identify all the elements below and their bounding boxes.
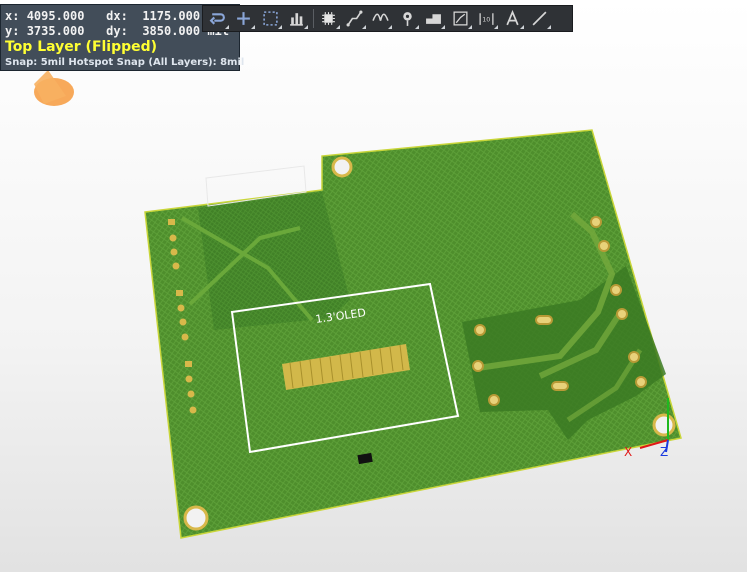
dx-label: dx: [106,9,128,23]
diff-pair-button[interactable] [368,7,393,30]
polygon-icon [426,14,442,24]
y-value: 3735.000 [26,24,85,38]
select-rect-icon [263,11,278,26]
current-layer: Top Layer (Flipped) [5,39,158,55]
text-icon [506,10,519,26]
pcb-board-view[interactable]: 1.3'OLED X Z [0,0,747,572]
graph-icon [453,11,468,26]
active-bar-toolbar: 10 [202,5,573,32]
align-icon [290,13,304,26]
via-button[interactable] [395,7,420,30]
dimension-icon: 10 [479,13,494,25]
x-value: 4095.000 [26,9,85,23]
dimension-button[interactable]: 10 [474,7,499,30]
route-button[interactable] [205,7,230,30]
line-button[interactable] [527,7,552,30]
svg-text:10: 10 [482,16,490,24]
interactive-route-button[interactable] [342,7,367,30]
pcb-3d-viewport[interactable]: 1.3'OLED X Z x: 4095.000 dx: 1175.000 mi… [0,0,747,572]
plus-icon [237,12,251,25]
component-button[interactable] [316,7,341,30]
add-button[interactable] [231,7,256,30]
hud-row-y: y: 3735.000 dy: 3850.000 mil [5,24,229,38]
x-label: x: [5,9,20,23]
hud-row-x: x: 4095.000 dx: 1175.000 mil [5,9,229,23]
polygon-button[interactable] [421,7,446,30]
toolbar-separator [312,9,314,28]
copper-pour-left [198,192,350,330]
align-button[interactable] [284,7,309,30]
text-button[interactable] [500,7,525,30]
axis-x-label: X [624,445,632,459]
via-icon [402,12,412,26]
y-label: y: [5,24,20,38]
interactive-route-icon [346,10,363,27]
diff-pair-icon [372,13,390,21]
route-icon [209,13,225,25]
component-icon [321,12,335,25]
graph-button[interactable] [448,7,473,30]
axis-z-label: Z [660,445,668,459]
dy-label: dy: [106,24,128,38]
snap-info: Snap: 5mil Hotspot Snap (All Layers): 8m… [5,57,245,68]
line-icon [532,11,547,26]
select-rect-button[interactable] [258,7,283,30]
